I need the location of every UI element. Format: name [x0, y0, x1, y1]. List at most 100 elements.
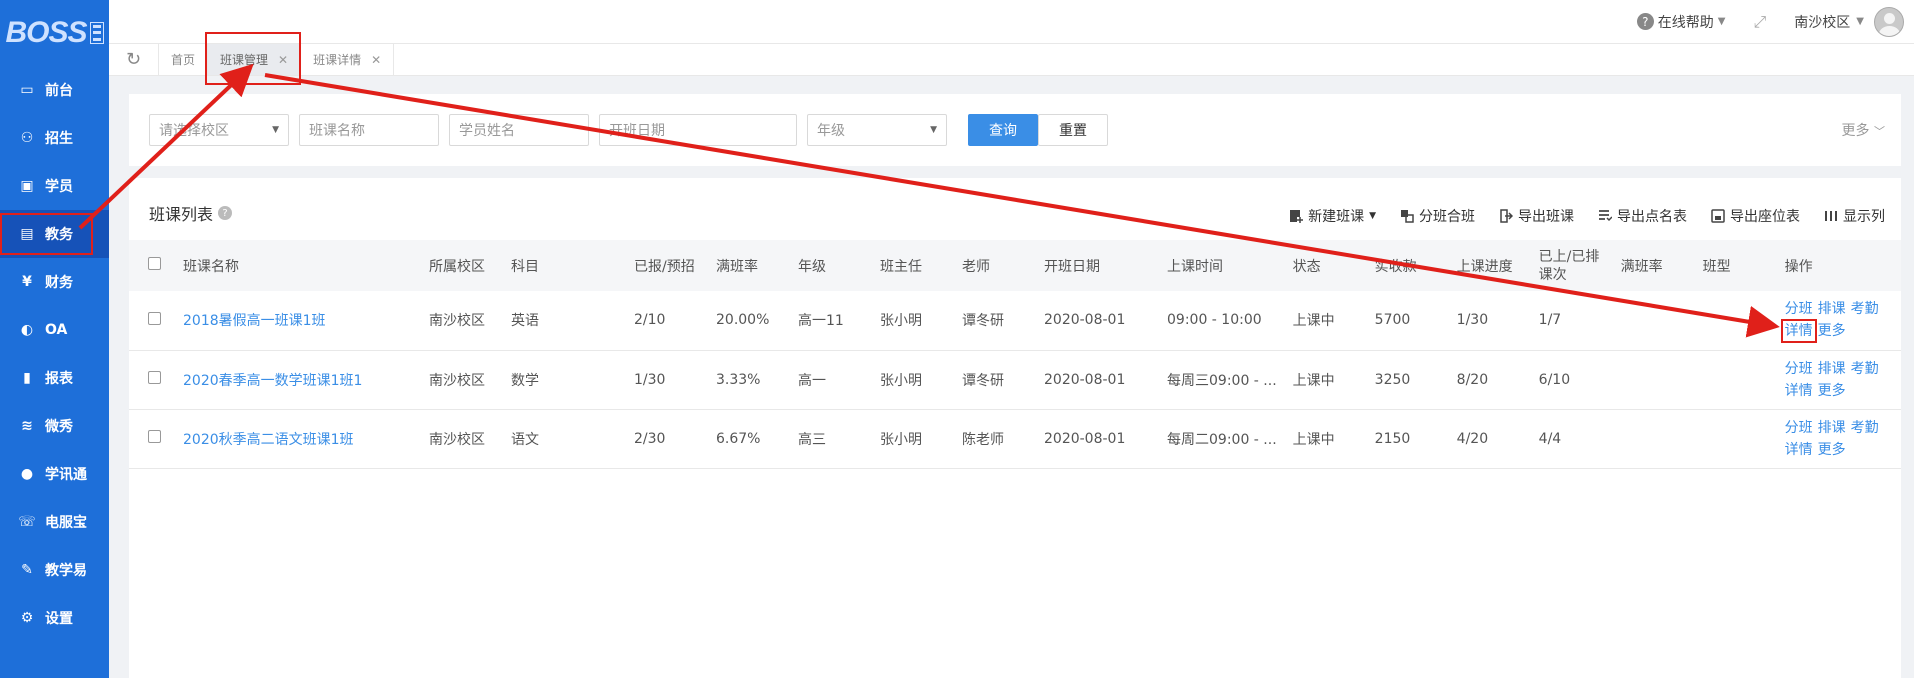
assign-class-link[interactable]: 分班	[1785, 361, 1813, 377]
detail-link[interactable]: 详情	[1785, 383, 1813, 399]
detail-link[interactable]: 详情	[1785, 323, 1813, 339]
avatar[interactable]	[1874, 6, 1904, 37]
table-cell: 4/20	[1448, 409, 1531, 469]
query-button[interactable]: 查询	[968, 114, 1038, 146]
table-cell: 每周二09:00 - ...	[1159, 409, 1285, 469]
sidebar-item-3[interactable]: ▤ 教务	[0, 210, 109, 258]
sidebar-item-label: 财务	[45, 275, 73, 291]
row-operations: 分班 排课 考勤详情 更多	[1776, 291, 1901, 351]
sidebar-item-label: 报表	[45, 371, 73, 387]
table-cell	[1694, 291, 1777, 351]
schedule-link[interactable]: 排课	[1818, 420, 1846, 436]
table-row: 2020春季高一数学班课1班1 南沙校区 数学 1/30 3.33% 高一 张小明 谭冬研 20…	[129, 350, 1901, 410]
merge-class-button[interactable]: 分班合班	[1400, 206, 1475, 226]
start-date-input[interactable]: 开班日期	[599, 114, 797, 146]
display-columns-label: 显示列	[1843, 209, 1885, 225]
export-seat-button[interactable]: 导出座位表	[1711, 206, 1800, 226]
sidebar-item-9[interactable]: ☏ 电服宝	[0, 498, 109, 546]
fullscreen-icon[interactable]: ⤢	[1753, 12, 1766, 32]
attendance-link[interactable]: 考勤	[1851, 301, 1879, 317]
table-cell: 6.67%	[708, 409, 790, 469]
tab-class-management[interactable]: 班课管理 ✕	[205, 32, 302, 85]
more-label: 更多	[1841, 123, 1870, 139]
schedule-link[interactable]: 排课	[1818, 301, 1846, 317]
user-add-icon: ⚇	[20, 130, 34, 146]
column-header: 已上/已排课次	[1538, 248, 1600, 283]
campus-select[interactable]: 南沙校区 ▼	[1794, 12, 1864, 32]
sidebar-item-2[interactable]: ▣ 学员	[0, 162, 109, 210]
column-header: 年级	[798, 258, 826, 275]
column-header: 满班率	[716, 258, 758, 275]
sidebar-item-1[interactable]: ⚇ 招生	[0, 114, 109, 162]
schedule-link[interactable]: 排课	[1818, 361, 1846, 377]
reset-button[interactable]: 重置	[1038, 114, 1108, 146]
detail-link[interactable]: 详情	[1785, 442, 1813, 458]
table-cell: 2020-08-01	[1036, 291, 1159, 351]
sidebar-item-11[interactable]: ⚙ 设置	[0, 594, 109, 642]
student-name-input[interactable]: 学员姓名	[449, 114, 589, 146]
add-file-icon	[1290, 210, 1304, 223]
column-header: 已报/预招	[634, 258, 695, 275]
more-link[interactable]: 更多	[1818, 383, 1846, 399]
sidebar-item-label: 前台	[45, 83, 73, 99]
export-roll-call-button[interactable]: 导出点名表	[1598, 206, 1687, 226]
tab-label: 班课详情	[313, 53, 362, 67]
sidebar-item-0[interactable]: ▭ 前台	[0, 66, 109, 114]
class-table: 班课名称 所属校区 科目 已报/预招 满班率 年级 班主任 老师 开班日期 上课时间 状态 实收款 上课…	[129, 240, 1901, 469]
campus-select[interactable]: 请选择校区 ▼	[149, 114, 289, 146]
column-header: 状态	[1292, 258, 1321, 275]
grade-select[interactable]: 年级 ▼	[807, 114, 947, 146]
grade-placeholder: 年级	[817, 123, 845, 139]
table-cell: 英语	[503, 291, 626, 351]
new-class-button[interactable]: 新建班课 ▼	[1289, 206, 1376, 226]
tab-home[interactable]: 首页	[159, 44, 209, 75]
class-name-input[interactable]: 班课名称	[299, 114, 439, 146]
sidebar-item-5[interactable]: ◐ OA	[0, 306, 109, 354]
tab-class-detail[interactable]: 班课详情 ✕	[301, 44, 395, 75]
assign-class-link[interactable]: 分班	[1785, 420, 1813, 436]
select-all-checkbox[interactable]	[148, 257, 161, 270]
row-checkbox[interactable]	[148, 371, 161, 384]
table-cell: 南沙校区	[421, 409, 503, 469]
table-cell: 09:00 - 10:00	[1159, 291, 1285, 351]
attendance-link[interactable]: 考勤	[1851, 420, 1879, 436]
class-name-link[interactable]: 2020春季高一数学班课1班1	[175, 350, 421, 410]
table-row: 2018暑假高一班课1班 南沙校区 英语 2/10 20.00% 高一11 张小明 谭冬研 20…	[129, 291, 1901, 351]
help-link[interactable]: ? 在线帮助 ▼	[1636, 12, 1725, 32]
more-link[interactable]: 更多	[1818, 323, 1846, 339]
sidebar: BOSS ▭ 前台 ⚇ 招生 ▣ 学员 ▤ 教务 ¥ 财务 ◐ OA ▮ 报表 ≋ 微秀 ● 学讯通 ☏ 电服宝 ✎ 教学…	[0, 0, 109, 678]
column-header: 上课进度	[1456, 258, 1513, 275]
more-filters-toggle[interactable]: 更多 ﹀	[1842, 120, 1885, 140]
sidebar-item-8[interactable]: ● 学讯通	[0, 450, 109, 498]
row-checkbox[interactable]	[148, 311, 161, 325]
refresh-icon[interactable]: ↻	[109, 44, 159, 75]
row-checkbox[interactable]	[148, 430, 161, 443]
help-icon[interactable]: ?	[218, 206, 233, 220]
export-class-label: 导出班课	[1518, 209, 1574, 225]
campus-label: 南沙校区	[1794, 14, 1851, 31]
close-icon[interactable]: ✕	[278, 53, 288, 67]
sidebar-item-10[interactable]: ✎ 教学易	[0, 546, 109, 594]
table-cell: 南沙校区	[421, 291, 503, 351]
close-icon[interactable]: ✕	[371, 53, 381, 67]
printer-icon	[1711, 209, 1725, 223]
gear-icon: ⚙	[20, 610, 34, 626]
table-cell: 语文	[503, 409, 626, 469]
table-cell: 谭冬研	[954, 350, 1036, 410]
annotation-highlight-sidebar	[0, 213, 93, 255]
table-row: 2020秋季高二语文班课1班 南沙校区 语文 2/30 6.67% 高三 张小明 陈老师 202…	[129, 409, 1901, 469]
wave-icon: ≋	[21, 418, 33, 434]
table-cell: 1/30	[626, 350, 708, 410]
sidebar-item-4[interactable]: ¥ 财务	[0, 258, 109, 306]
attendance-link[interactable]: 考勤	[1851, 361, 1879, 377]
top-header: ? 在线帮助 ▼ ⤢ 南沙校区 ▼	[109, 0, 1914, 43]
class-name-link[interactable]: 2020秋季高二语文班课1班	[175, 409, 421, 469]
export-class-button[interactable]: 导出班课	[1499, 206, 1574, 226]
display-columns-button[interactable]: 显示列	[1824, 206, 1885, 226]
assign-class-link[interactable]: 分班	[1785, 301, 1813, 317]
table-cell: 张小明	[872, 350, 954, 410]
sidebar-item-6[interactable]: ▮ 报表	[0, 354, 109, 402]
class-name-link[interactable]: 2018暑假高一班课1班	[175, 291, 421, 351]
more-link[interactable]: 更多	[1818, 442, 1846, 458]
sidebar-item-7[interactable]: ≋ 微秀	[0, 402, 109, 450]
